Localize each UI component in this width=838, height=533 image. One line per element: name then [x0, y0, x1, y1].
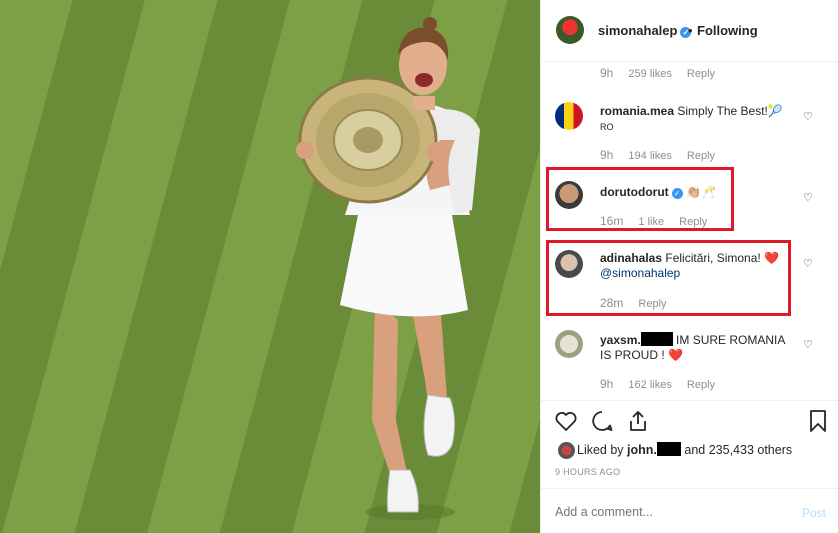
- comment-likes[interactable]: 259 likes: [628, 68, 671, 80]
- comment-time[interactable]: 9h: [600, 66, 613, 80]
- comment-meta: 28m Reply: [600, 296, 667, 310]
- comment-subtext: RO: [600, 122, 614, 132]
- comment-avatar[interactable]: [555, 330, 583, 358]
- post-header: simonahalep ✓ • Following: [541, 0, 838, 62]
- comment-time[interactable]: 9h: [600, 148, 613, 162]
- comment-time[interactable]: 16m: [600, 214, 623, 228]
- reply-button[interactable]: Reply: [687, 150, 715, 162]
- comment-like-icon[interactable]: ♡: [803, 257, 813, 270]
- comment-likes[interactable]: 1 like: [638, 216, 664, 228]
- owner-username-link[interactable]: simonahalep ✓: [598, 23, 692, 38]
- comment-avatar[interactable]: [555, 250, 583, 278]
- comment-meta: 9h 259 likes Reply: [600, 66, 715, 80]
- post-actions: Liked by john. and 235,433 others 9 HOUR…: [541, 400, 838, 488]
- comment-likes[interactable]: 162 likes: [628, 379, 671, 391]
- liked-by-others[interactable]: and 235,433 others: [684, 443, 792, 457]
- comment-meta: 9h 194 likes Reply: [600, 148, 715, 162]
- comment-like-icon[interactable]: ♡: [803, 110, 813, 123]
- comment-meta: 16m 1 like Reply: [600, 214, 707, 228]
- comment-bubble-icon[interactable]: [590, 409, 614, 433]
- add-comment-input[interactable]: [555, 505, 775, 519]
- comment-body: dorutodorut ✓ 👏🏼🥂: [600, 185, 800, 200]
- verified-badge-icon: ✓: [671, 188, 683, 199]
- comment-avatar[interactable]: [555, 102, 583, 130]
- comment-text: 👏🏼🥂: [686, 185, 716, 199]
- reply-button[interactable]: Reply: [687, 68, 715, 80]
- comment-body: yaxsm. IM SURE ROMANIA IS PROUD ! ❤️: [600, 332, 790, 363]
- reply-button[interactable]: Reply: [638, 298, 666, 310]
- following-button[interactable]: Following: [697, 23, 758, 38]
- post-side-panel: simonahalep ✓ • Following 9h 259 likes Re…: [540, 0, 838, 533]
- comment-text: Simply The Best!🎾: [677, 104, 783, 118]
- comment-username[interactable]: adinahalas: [600, 251, 662, 265]
- comment-like-icon[interactable]: ♡: [803, 338, 813, 351]
- comment-username[interactable]: yaxsm.: [600, 333, 641, 347]
- comment-body: romania.mea Simply The Best!🎾 RO: [600, 104, 800, 135]
- liked-by-line[interactable]: Liked by john. and 235,433 others: [577, 442, 792, 457]
- header-separator: •: [688, 23, 693, 38]
- mention-link[interactable]: @simonahalep: [600, 266, 680, 280]
- owner-username: simonahalep: [598, 23, 678, 38]
- redaction-bar: [640, 332, 673, 346]
- reply-button[interactable]: Reply: [687, 379, 715, 391]
- comment-like-icon[interactable]: ♡: [803, 191, 813, 204]
- comment-likes[interactable]: 194 likes: [628, 150, 671, 162]
- comment-time[interactable]: 9h: [600, 377, 613, 391]
- comment-text: Felicitări, Simona! ❤️: [665, 251, 780, 265]
- reply-button[interactable]: Reply: [679, 216, 707, 228]
- heart-outline-icon[interactable]: [554, 409, 578, 433]
- share-icon[interactable]: [626, 409, 650, 433]
- comments-list[interactable]: 9h 259 likes Reply romania.mea Simply Th…: [541, 62, 838, 400]
- bookmark-icon[interactable]: [806, 409, 830, 433]
- liked-by-user[interactable]: john.: [627, 443, 657, 457]
- comment-body: adinahalas Felicitări, Simona! ❤️ @simon…: [600, 251, 780, 281]
- photo-illustration: [296, 17, 480, 520]
- comment-username[interactable]: romania.mea: [600, 104, 674, 118]
- comment-time[interactable]: 28m: [600, 296, 623, 310]
- comment-username[interactable]: dorutodorut: [600, 185, 669, 199]
- comment-meta: 9h 162 likes Reply: [600, 377, 715, 391]
- post-comment-button[interactable]: Post: [802, 506, 826, 520]
- comment-avatar[interactable]: [555, 181, 583, 209]
- owner-avatar[interactable]: [556, 16, 584, 44]
- liked-by-prefix: Liked by: [577, 443, 624, 457]
- post-photo[interactable]: [0, 0, 540, 533]
- redaction-bar: [656, 442, 681, 456]
- post-timestamp[interactable]: 9 HOURS AGO: [555, 467, 620, 477]
- liked-by-avatar[interactable]: [558, 442, 575, 459]
- add-comment-bar: Post: [541, 488, 838, 533]
